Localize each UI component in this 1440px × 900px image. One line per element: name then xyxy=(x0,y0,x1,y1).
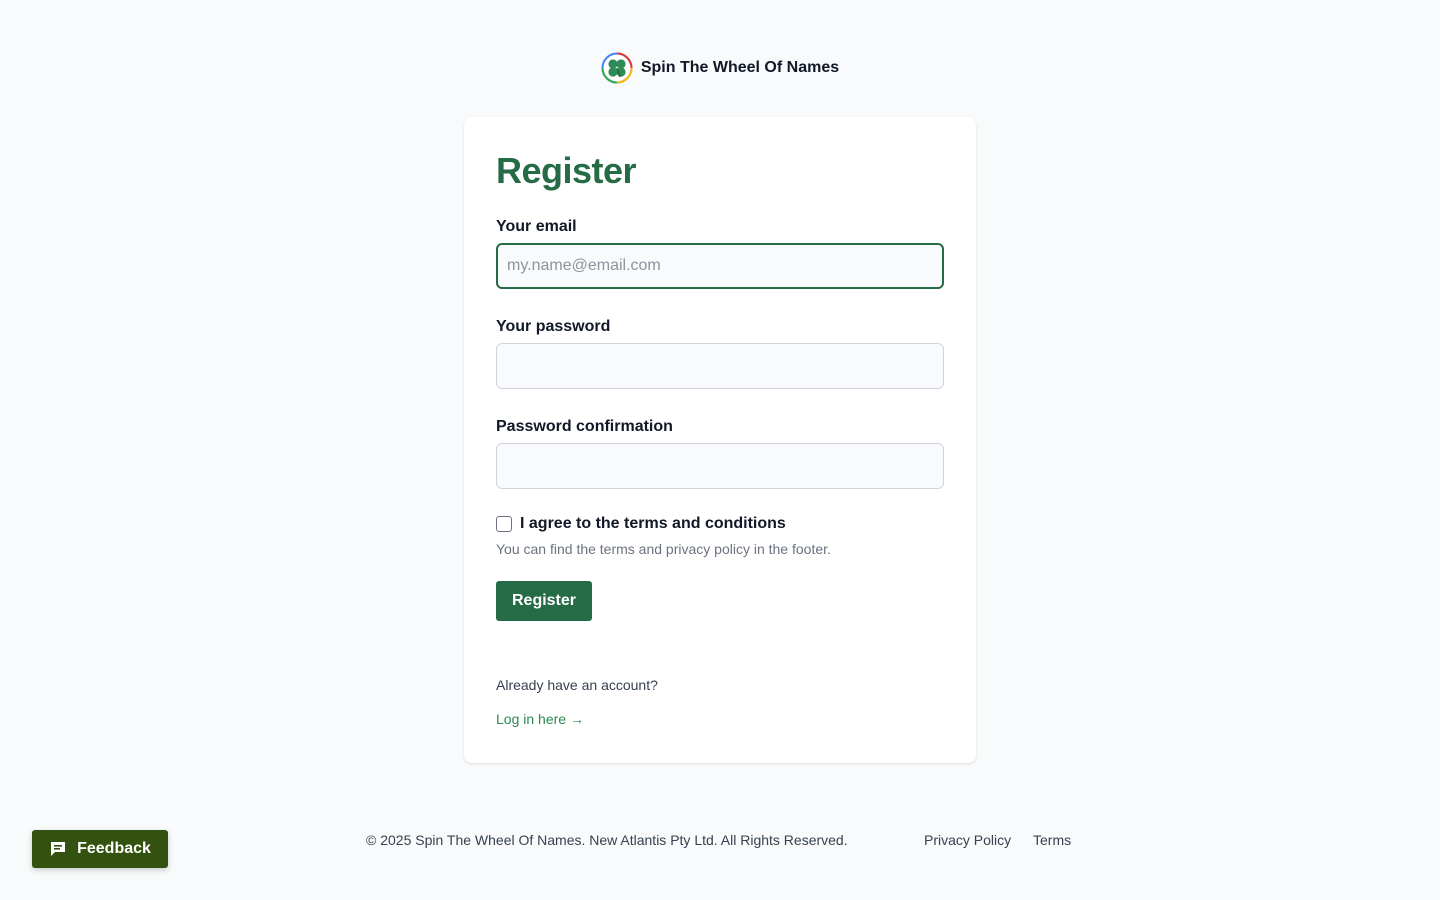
privacy-policy-link[interactable]: Privacy Policy xyxy=(924,832,1011,848)
password-label: Your password xyxy=(496,318,611,335)
page-title: Register xyxy=(496,150,637,191)
four-leaf-clover-wheel-icon xyxy=(601,52,633,84)
login-link[interactable]: Log in here → xyxy=(496,711,584,727)
copyright-text: © 2025 Spin The Wheel Of Names. New Atla… xyxy=(366,832,848,848)
terms-label[interactable]: I agree to the terms and conditions xyxy=(520,515,786,533)
password-confirmation-label: Password confirmation xyxy=(496,418,673,435)
feedback-button[interactable]: Feedback xyxy=(32,830,168,868)
login-prompt: Already have an account? xyxy=(496,677,658,693)
terms-link[interactable]: Terms xyxy=(1033,832,1071,848)
password-field[interactable] xyxy=(496,343,944,389)
footer: © 2025 Spin The Wheel Of Names. New Atla… xyxy=(0,832,1440,852)
terms-row: I agree to the terms and conditions xyxy=(496,515,944,533)
brand-name: Spin The Wheel Of Names xyxy=(640,59,840,76)
password-confirmation-field[interactable] xyxy=(496,443,944,489)
brand-header[interactable]: Spin The Wheel Of Names xyxy=(0,52,1440,84)
email-label: Your email xyxy=(496,218,577,235)
terms-hint: You can find the terms and privacy polic… xyxy=(496,541,831,557)
email-field[interactable] xyxy=(496,243,944,289)
chat-bubble-icon xyxy=(51,842,66,856)
terms-checkbox[interactable] xyxy=(496,516,512,532)
feedback-label: Feedback xyxy=(77,840,151,857)
register-card: Register Your email Your password Passwo… xyxy=(464,117,976,763)
register-button[interactable]: Register xyxy=(496,581,592,621)
